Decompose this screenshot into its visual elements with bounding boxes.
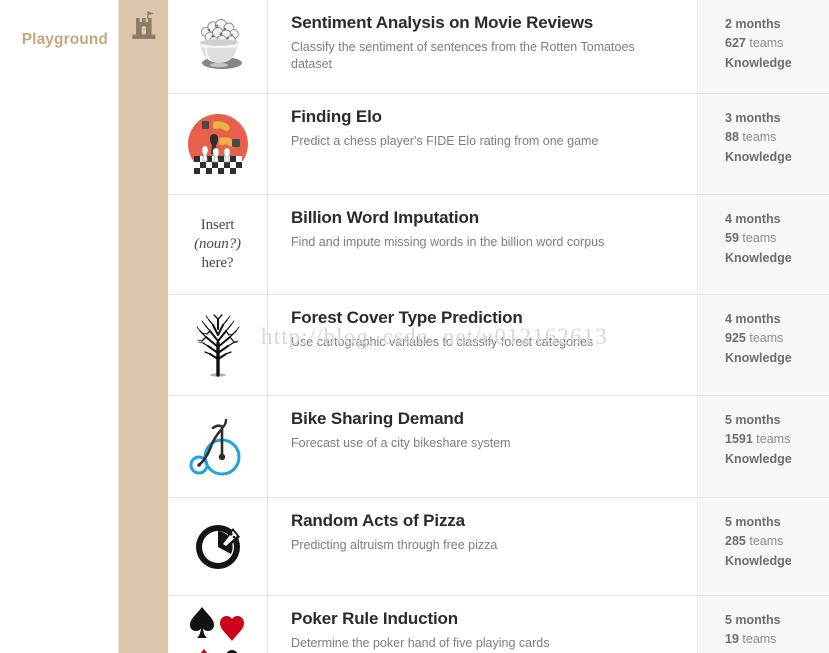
competition-icon-cell: Insert (noun?) here?	[168, 195, 268, 294]
competition-teams-count: 88	[725, 130, 739, 145]
competition-icon-cell	[168, 396, 268, 497]
competition-description: Use cartographic variables to classify f…	[291, 334, 594, 349]
competition-tier: Knowledge	[725, 350, 792, 365]
competition-teams-label: teams	[742, 632, 777, 647]
competition-row[interactable]: Sentiment Analysis on Movie Reviews Clas…	[168, 0, 829, 94]
competition-icon-cell	[168, 498, 268, 595]
category-label-playground: Playground	[21, 31, 108, 48]
playground-accent-strip	[119, 0, 168, 653]
competition-info-cell: Finding Elo Predict a chess player's FID…	[268, 94, 697, 194]
competition-teams-label: teams	[756, 432, 791, 447]
competition-icon-cell	[168, 0, 268, 93]
competition-description: Forecast use of a city bikeshare system	[291, 435, 511, 450]
competition-tier: Knowledge	[725, 149, 792, 164]
competition-row[interactable]: Bike Sharing Demand Forecast use of a ci…	[168, 396, 829, 498]
pizza-slice-icon	[195, 524, 240, 569]
competition-row[interactable]: Poker Rule Induction Determine the poker…	[168, 596, 829, 653]
competition-info-cell: Billion Word Imputation Find and impute …	[268, 195, 697, 294]
competition-teams: 285 teams	[725, 532, 819, 551]
category-label-gutter: Playground	[0, 0, 119, 653]
competition-teams-label: teams	[749, 534, 784, 549]
competition-duration: 5 months	[725, 515, 781, 529]
competition-title[interactable]: Billion Word Imputation	[291, 208, 681, 229]
competition-duration: 2 months	[725, 17, 781, 31]
bare-tree-icon	[196, 314, 239, 377]
competition-teams: 627 teams	[725, 34, 819, 53]
competition-teams-count: 925	[725, 331, 746, 346]
competition-description: Classify the sentiment of sentences from…	[291, 39, 635, 71]
competition-teams-label: teams	[742, 231, 777, 246]
competition-tier: Knowledge	[725, 451, 792, 466]
competition-teams-count: 627	[725, 36, 746, 51]
playground-competitions-page: Playground http://blog. csdn. net/u01216…	[0, 0, 829, 653]
competition-title[interactable]: Bike Sharing Demand	[291, 409, 681, 430]
card-suits-icon	[189, 607, 244, 653]
competition-info-cell: Forest Cover Type Prediction Use cartogr…	[268, 295, 697, 395]
penny-farthing-bicycle-icon	[189, 418, 240, 475]
competition-meta-cell: 4 months 59 teams Knowledge	[697, 195, 829, 294]
competition-list: http://blog. csdn. net/u012162613 Sentim…	[168, 0, 829, 653]
competition-icon-cell	[168, 596, 268, 653]
competition-teams: 59 teams	[725, 229, 819, 248]
competition-title[interactable]: Forest Cover Type Prediction	[291, 308, 681, 329]
competition-teams-count: 59	[725, 231, 739, 246]
insert-line-1: Insert	[200, 216, 235, 233]
competition-teams-label: teams	[742, 130, 777, 145]
competition-teams-label: teams	[749, 36, 784, 51]
competition-teams: 19 teams	[725, 630, 819, 649]
competition-info-cell: Random Acts of Pizza Predicting altruism…	[268, 498, 697, 595]
competition-meta-cell: 5 months 1591 teams Knowledge	[697, 396, 829, 497]
competition-info-cell: Poker Rule Induction Determine the poker…	[268, 596, 697, 653]
competition-meta-cell: 5 months 285 teams Knowledge	[697, 498, 829, 595]
chess-hands-icon	[187, 114, 248, 174]
competition-teams: 925 teams	[725, 329, 819, 348]
competition-teams: 1591 teams	[725, 430, 819, 449]
competition-tier: Knowledge	[725, 55, 792, 70]
insert-noun-here-icon: Insert (noun?) here?	[194, 216, 241, 274]
competition-icon-cell	[168, 295, 268, 395]
competition-meta-cell: 5 months 19 teams	[697, 596, 829, 653]
competition-title[interactable]: Poker Rule Induction	[291, 609, 681, 630]
competition-teams-count: 19	[725, 632, 739, 647]
competition-meta-cell: 4 months 925 teams Knowledge	[697, 295, 829, 395]
competition-icon-cell	[168, 94, 268, 194]
competition-teams-label: teams	[749, 331, 784, 346]
competition-teams: 88 teams	[725, 128, 819, 147]
competition-description: Find and impute missing words in the bil…	[291, 234, 605, 249]
competition-title[interactable]: Random Acts of Pizza	[291, 511, 681, 532]
competition-duration: 4 months	[725, 312, 781, 326]
competition-description: Predict a chess player's FIDE Elo rating…	[291, 133, 599, 148]
competition-duration: 3 months	[725, 111, 781, 125]
competition-meta-cell: 2 months 627 teams Knowledge	[697, 0, 829, 93]
competition-teams-count: 285	[725, 534, 746, 549]
competition-row[interactable]: Random Acts of Pizza Predicting altruism…	[168, 498, 829, 596]
competition-title[interactable]: Sentiment Analysis on Movie Reviews	[291, 13, 681, 34]
competition-description: Determine the poker hand of five playing…	[291, 635, 550, 650]
competition-tier: Knowledge	[725, 553, 792, 568]
competition-duration: 4 months	[725, 212, 781, 226]
insert-line-2: (noun?)	[194, 235, 241, 252]
competition-row[interactable]: Insert (noun?) here? Billion Word Imputa…	[168, 195, 829, 295]
competition-teams-count: 1591	[725, 432, 753, 447]
competition-row[interactable]: Finding Elo Predict a chess player's FID…	[168, 94, 829, 195]
sandcastle-icon	[131, 11, 155, 39]
popcorn-bowl-icon	[199, 18, 242, 69]
competition-info-cell: Sentiment Analysis on Movie Reviews Clas…	[268, 0, 697, 93]
competition-tier: Knowledge	[725, 250, 792, 265]
competition-duration: 5 months	[725, 413, 781, 427]
competition-description: Predicting altruism through free pizza	[291, 537, 498, 552]
competition-row[interactable]: Forest Cover Type Prediction Use cartogr…	[168, 295, 829, 396]
insert-line-3: here?	[201, 255, 234, 272]
competition-title[interactable]: Finding Elo	[291, 107, 681, 128]
competition-info-cell: Bike Sharing Demand Forecast use of a ci…	[268, 396, 697, 497]
competition-duration: 5 months	[725, 613, 781, 627]
competition-meta-cell: 3 months 88 teams Knowledge	[697, 94, 829, 194]
